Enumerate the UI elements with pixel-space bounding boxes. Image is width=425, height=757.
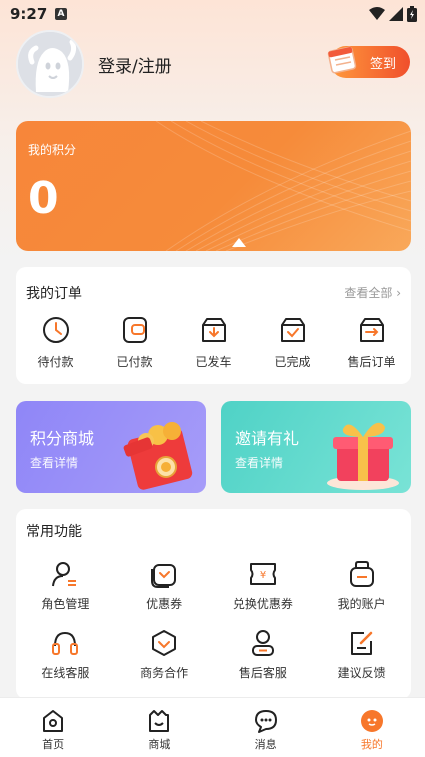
tab-shop[interactable]: 商城 bbox=[106, 698, 212, 757]
signin-button[interactable]: 签到 bbox=[327, 46, 410, 78]
bottom-tab-bar: 首页 商城 消息 我的 bbox=[0, 697, 425, 757]
order-paid[interactable]: 已付款 bbox=[95, 315, 174, 370]
battery-icon bbox=[407, 6, 417, 22]
points-mall-banner[interactable]: 积分商城 查看详情 bbox=[16, 401, 206, 493]
points-title: 我的积分 bbox=[28, 143, 77, 157]
home-icon bbox=[43, 710, 64, 732]
signal-icon bbox=[389, 7, 403, 21]
order-pending-payment[interactable]: 待付款 bbox=[16, 315, 95, 370]
card-icon bbox=[122, 317, 147, 343]
grid-label: 售后客服 bbox=[238, 666, 287, 680]
wifi-icon bbox=[369, 7, 385, 20]
orders-view-all-link[interactable]: 查看全部 › bbox=[344, 284, 401, 301]
box-return-icon bbox=[359, 318, 384, 342]
after-sales-service-item[interactable]: 售后客服 bbox=[214, 628, 313, 681]
tab-label: 消息 bbox=[254, 738, 277, 751]
common-functions-title: 常用功能 bbox=[26, 524, 82, 540]
coupon-icon bbox=[151, 564, 177, 588]
svg-text:¥: ¥ bbox=[260, 570, 266, 581]
invite-title: 邀请有礼 bbox=[235, 429, 300, 448]
common-functions-grid: 角色管理 优惠券 ¥ 兑换优惠券 我的账户 在线客服 商务合作 售后客服 建议反 bbox=[16, 559, 411, 681]
gift-box-icon bbox=[327, 422, 399, 490]
grid-label: 兑换优惠券 bbox=[232, 597, 293, 611]
order-label: 售后订单 bbox=[347, 355, 396, 369]
profile-icon bbox=[360, 710, 383, 732]
grid-label: 建议反馈 bbox=[337, 666, 386, 680]
status-icons bbox=[369, 6, 417, 22]
profile-header: 登录/注册 签到 bbox=[16, 28, 416, 100]
notification-badge: A bbox=[55, 8, 67, 20]
common-functions-card: 常用功能 角色管理 优惠券 ¥ 兑换优惠券 我的账户 在线客服 商务合作 售后客… bbox=[16, 509, 411, 699]
calendar-icon bbox=[327, 46, 357, 74]
handshake-icon bbox=[152, 630, 177, 656]
role-management-item[interactable]: 角色管理 bbox=[16, 559, 115, 612]
feedback-item[interactable]: 建议反馈 bbox=[312, 628, 411, 681]
points-card[interactable]: 我的积分 0 bbox=[16, 121, 411, 251]
my-account-item[interactable]: 我的账户 bbox=[312, 559, 411, 612]
invite-gift-banner[interactable]: 邀请有礼 查看详情 bbox=[221, 401, 411, 493]
points-mall-details-link: 查看详情 bbox=[30, 456, 79, 470]
clock-icon bbox=[42, 317, 69, 343]
grid-label: 我的账户 bbox=[337, 597, 386, 611]
tab-label: 我的 bbox=[360, 738, 383, 751]
user-role-icon bbox=[52, 562, 77, 587]
box-down-icon bbox=[201, 318, 226, 342]
shop-icon bbox=[149, 710, 170, 732]
service-person-icon bbox=[251, 630, 274, 656]
order-label: 已发车 bbox=[195, 355, 232, 369]
points-value: 0 bbox=[28, 173, 59, 224]
status-time: 9:27 bbox=[10, 5, 48, 23]
red-envelope-coins-icon bbox=[123, 422, 193, 490]
signin-label: 签到 bbox=[369, 57, 396, 72]
points-mall-title: 积分商城 bbox=[30, 429, 95, 448]
tab-profile[interactable]: 我的 bbox=[319, 698, 425, 757]
order-label: 已付款 bbox=[116, 355, 153, 369]
orders-title: 我的订单 bbox=[26, 286, 82, 302]
business-cooperation-item[interactable]: 商务合作 bbox=[115, 628, 214, 681]
wallet-icon bbox=[349, 561, 374, 587]
order-label: 待付款 bbox=[37, 355, 74, 369]
grid-label: 角色管理 bbox=[41, 597, 90, 611]
ghost-avatar-icon bbox=[18, 32, 82, 96]
order-label: 已完成 bbox=[274, 355, 311, 369]
message-icon bbox=[254, 710, 277, 733]
box-check-icon bbox=[280, 318, 305, 342]
redeem-coupon-item[interactable]: ¥ 兑换优惠券 bbox=[214, 559, 313, 612]
login-register-link[interactable]: 登录/注册 bbox=[98, 52, 172, 77]
order-after-sales[interactable]: 售后订单 bbox=[332, 315, 411, 370]
grid-label: 在线客服 bbox=[41, 666, 90, 680]
orders-card: 我的订单 查看全部 › 待付款 已付款 已发车 已完成 售后订单 bbox=[16, 267, 411, 384]
ticket-yen-icon: ¥ bbox=[249, 563, 276, 585]
tab-messages[interactable]: 消息 bbox=[213, 698, 319, 757]
order-status-list: 待付款 已付款 已发车 已完成 售后订单 bbox=[16, 315, 411, 370]
online-service-item[interactable]: 在线客服 bbox=[16, 628, 115, 681]
tab-label: 首页 bbox=[42, 738, 65, 751]
points-notch bbox=[232, 238, 246, 247]
headset-icon bbox=[52, 631, 79, 655]
tab-home[interactable]: 首页 bbox=[0, 698, 106, 757]
invite-details-link: 查看详情 bbox=[235, 456, 284, 470]
order-shipped[interactable]: 已发车 bbox=[174, 315, 253, 370]
tab-label: 商城 bbox=[148, 738, 171, 751]
order-completed[interactable]: 已完成 bbox=[253, 315, 332, 370]
avatar[interactable] bbox=[16, 30, 84, 98]
grid-label: 商务合作 bbox=[140, 666, 189, 680]
grid-label: 优惠券 bbox=[146, 597, 183, 611]
coupons-item[interactable]: 优惠券 bbox=[115, 559, 214, 612]
status-bar: 9:27 A bbox=[0, 0, 425, 30]
feedback-edit-icon bbox=[350, 631, 372, 655]
